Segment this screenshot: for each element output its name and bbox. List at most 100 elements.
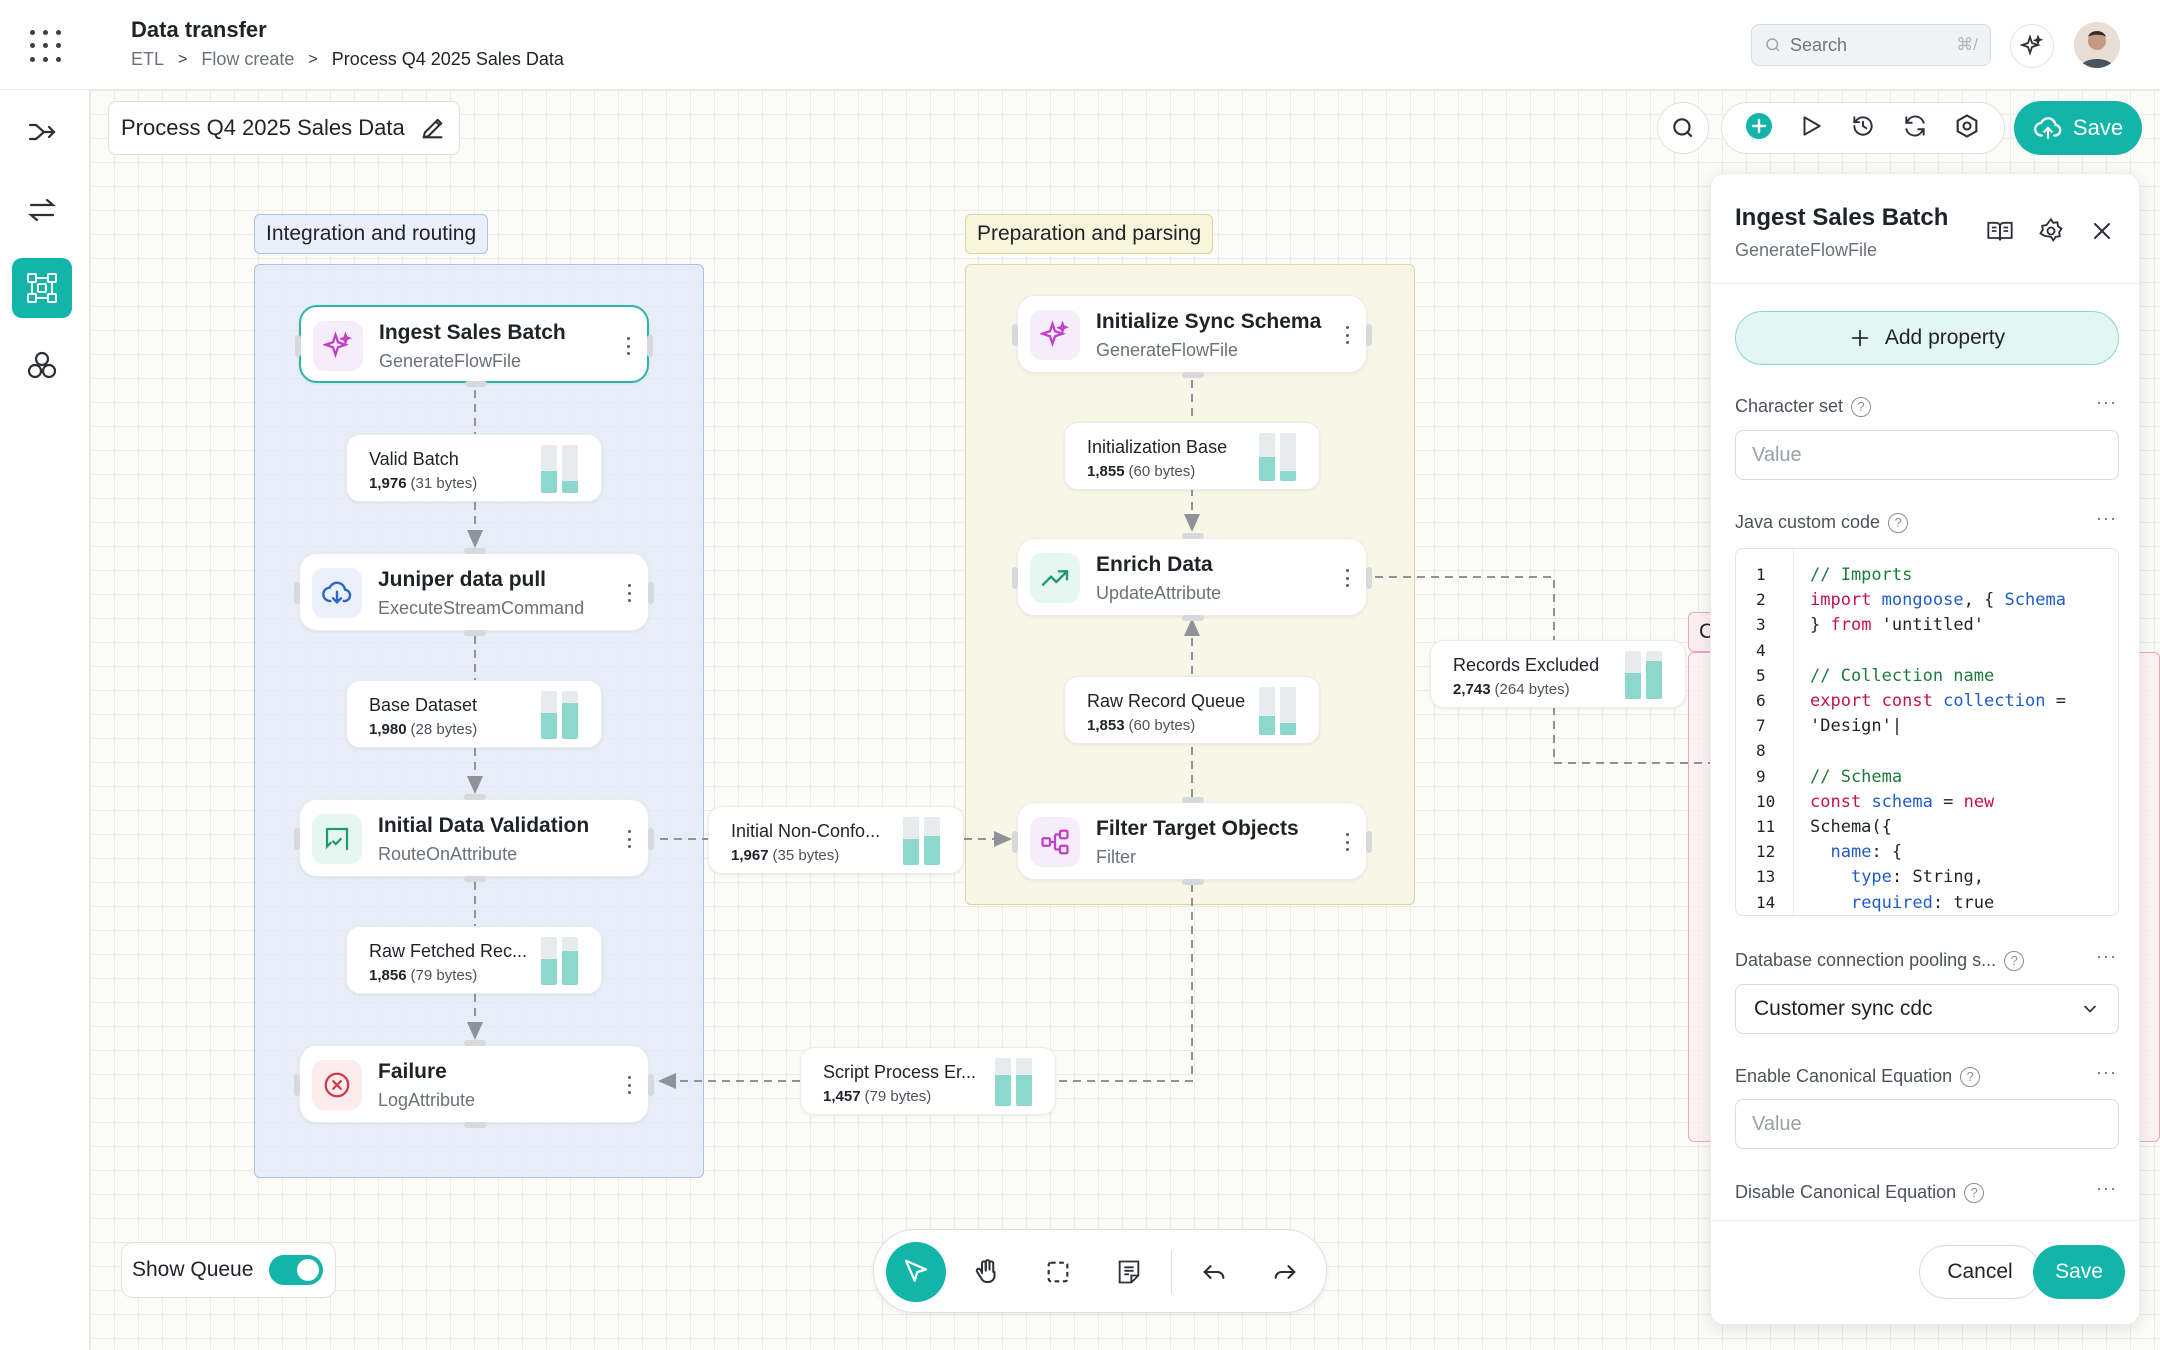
refresh-button[interactable] bbox=[1902, 113, 1928, 144]
sidebar-item-flow-builder[interactable] bbox=[12, 258, 72, 318]
code-line-number: 5 bbox=[1756, 665, 1766, 685]
show-queue-toggle[interactable] bbox=[269, 1255, 324, 1285]
queue-base-dataset[interactable]: Base Dataset 1,980 (28 bytes) bbox=[346, 680, 602, 748]
more-vertical-icon[interactable] bbox=[624, 580, 634, 606]
docs-button[interactable] bbox=[1985, 216, 2015, 246]
help-icon[interactable]: ? bbox=[1888, 512, 1909, 533]
close-panel-button[interactable] bbox=[2087, 216, 2117, 246]
edit-pencil-icon[interactable] bbox=[419, 114, 447, 142]
queue-stats: 1,457 (79 bytes) bbox=[823, 1088, 932, 1105]
pointer-icon bbox=[904, 1259, 928, 1282]
route-merge-icon bbox=[28, 123, 56, 141]
close-icon bbox=[2094, 223, 2110, 239]
help-icon[interactable]: ? bbox=[1964, 1182, 1985, 1203]
enable-equation-input[interactable] bbox=[1735, 1099, 2119, 1149]
more-horizontal-icon[interactable]: ··· bbox=[2096, 1062, 2117, 1083]
help-icon[interactable]: ? bbox=[1960, 1066, 1981, 1087]
group-label-integration[interactable]: Integration and routing bbox=[254, 214, 489, 254]
breadcrumb-flow-create[interactable]: Flow create bbox=[201, 49, 294, 70]
search-icon bbox=[1673, 118, 1693, 138]
run-button[interactable] bbox=[1798, 113, 1824, 144]
save-flow-button[interactable]: Save bbox=[2014, 101, 2142, 155]
node-ingest-sales-batch[interactable]: Ingest Sales Batch GenerateFlowFile bbox=[295, 305, 653, 387]
more-horizontal-icon[interactable]: ··· bbox=[2096, 946, 2117, 967]
add-component-button[interactable] bbox=[1745, 112, 1773, 145]
cluster-icon bbox=[27, 351, 57, 379]
node-title: Failure bbox=[378, 1060, 447, 1083]
add-property-button[interactable]: Add property bbox=[1735, 311, 2119, 365]
queue-valid-batch[interactable]: Valid Batch 1,976 (31 bytes) bbox=[346, 434, 602, 502]
flow-title: Process Q4 2025 Sales Data bbox=[121, 115, 405, 140]
queue-stats: 1,980 (28 bytes) bbox=[369, 721, 478, 738]
cancel-button[interactable]: Cancel bbox=[1919, 1245, 2041, 1299]
panel-header: Ingest Sales Batch GenerateFlowFile bbox=[1711, 174, 2139, 284]
java-code-editor[interactable]: 1 2 3 4 5 6 7 8 9 10 11 12 13 14 // Imports import mon… bbox=[1735, 548, 2119, 916]
node-enrich-data[interactable]: Enrich Data UpdateAttribute bbox=[1012, 533, 1372, 621]
queue-level-bars bbox=[1625, 651, 1663, 699]
hand-icon bbox=[975, 1259, 996, 1283]
breadcrumb-etl[interactable]: ETL bbox=[131, 49, 164, 70]
node-initial-data-validation[interactable]: Initial Data Validation RouteOnAttribute bbox=[294, 794, 654, 882]
sidebar-item-cluster[interactable] bbox=[12, 336, 72, 396]
note-icon bbox=[1118, 1260, 1140, 1284]
more-vertical-icon[interactable] bbox=[1342, 322, 1352, 348]
user-avatar[interactable] bbox=[2074, 22, 2120, 68]
queue-raw-fetched-records[interactable]: Raw Fetched Rec... 1,856 (79 bytes) bbox=[346, 926, 602, 994]
sidebar-item-transfer[interactable] bbox=[12, 180, 72, 240]
group-label-preparation[interactable]: Preparation and parsing bbox=[965, 214, 1214, 254]
code-line-number: 3 bbox=[1756, 615, 1766, 635]
panel-settings-button[interactable] bbox=[2036, 216, 2066, 246]
flow-builder-icon bbox=[27, 273, 57, 303]
show-queue-control: Show Queue bbox=[121, 1242, 337, 1298]
hand-tool-button[interactable] bbox=[957, 1242, 1017, 1302]
db-pool-select[interactable]: Customer sync cdc bbox=[1735, 984, 2119, 1034]
more-vertical-icon[interactable] bbox=[623, 333, 633, 359]
flow-title-box[interactable]: Process Q4 2025 Sales Data bbox=[108, 101, 460, 155]
node-type: ExecuteStreamCommand bbox=[378, 598, 585, 618]
search-input[interactable] bbox=[1790, 34, 1930, 56]
marquee-tool-button[interactable] bbox=[1028, 1242, 1088, 1302]
queue-initial-non-conforming[interactable]: Initial Non-Confo... 1,967 (35 bytes) bbox=[708, 806, 964, 874]
show-queue-label: Show Queue bbox=[132, 1258, 254, 1281]
more-vertical-icon[interactable] bbox=[624, 1072, 634, 1098]
help-icon[interactable]: ? bbox=[1851, 396, 1872, 417]
undo-button[interactable] bbox=[1184, 1242, 1244, 1302]
node-juniper-data-pull[interactable]: Juniper data pull ExecuteStreamCommand bbox=[294, 548, 654, 636]
queue-title: Base Dataset bbox=[369, 695, 478, 715]
play-icon bbox=[1803, 115, 1822, 136]
ai-assistant-button[interactable] bbox=[2010, 24, 2054, 68]
redo-button[interactable] bbox=[1255, 1242, 1315, 1302]
panel-footer: Cancel Save bbox=[1711, 1220, 2139, 1324]
search-box[interactable]: ⌘/ bbox=[1751, 24, 1991, 66]
history-button[interactable] bbox=[1850, 113, 1876, 144]
queue-script-process-errors[interactable]: Script Process Er... 1,457 (79 bytes) bbox=[800, 1047, 1056, 1115]
charset-input[interactable] bbox=[1735, 430, 2119, 480]
more-horizontal-icon[interactable]: ··· bbox=[2096, 1178, 2117, 1199]
queue-raw-record[interactable]: Raw Record Queue 1,853 (60 bytes) bbox=[1064, 676, 1320, 744]
pointer-tool-button[interactable] bbox=[886, 1242, 946, 1302]
queue-records-excluded[interactable]: Records Excluded 2,743 (264 bytes) bbox=[1430, 640, 1686, 708]
search-shortcut: ⌘/ bbox=[1956, 35, 1978, 54]
more-vertical-icon[interactable] bbox=[1342, 829, 1352, 855]
code-line: Schema({ bbox=[1810, 817, 1892, 837]
filter-nodes-icon bbox=[1030, 817, 1080, 867]
node-failure[interactable]: Failure LogAttribute bbox=[294, 1040, 654, 1128]
more-vertical-icon[interactable] bbox=[624, 826, 634, 852]
node-type: UpdateAttribute bbox=[1096, 583, 1222, 603]
more-horizontal-icon[interactable]: ··· bbox=[2096, 508, 2117, 529]
help-icon[interactable]: ? bbox=[2004, 950, 2025, 971]
chevron-right-icon: > bbox=[308, 50, 318, 68]
canvas-search-button[interactable] bbox=[1657, 102, 1709, 154]
node-filter-target-objects[interactable]: Filter Target Objects Filter bbox=[1012, 797, 1372, 885]
settings-button[interactable] bbox=[1953, 112, 1981, 145]
code-line: // Imports bbox=[1810, 565, 1913, 585]
node-initialize-sync-schema[interactable]: Initialize Sync Schema GenerateFlowFile bbox=[1012, 295, 1372, 378]
queue-initialization-base[interactable]: Initialization Base 1,855 (60 bytes) bbox=[1064, 422, 1320, 490]
sidebar-item-routes[interactable] bbox=[12, 102, 72, 162]
more-vertical-icon[interactable] bbox=[1342, 565, 1352, 591]
more-horizontal-icon[interactable]: ··· bbox=[2096, 392, 2117, 413]
node-type: RouteOnAttribute bbox=[378, 844, 518, 864]
save-button[interactable]: Save bbox=[2033, 1245, 2125, 1299]
app-grid-icon[interactable] bbox=[26, 26, 66, 66]
note-tool-button[interactable] bbox=[1099, 1242, 1159, 1302]
